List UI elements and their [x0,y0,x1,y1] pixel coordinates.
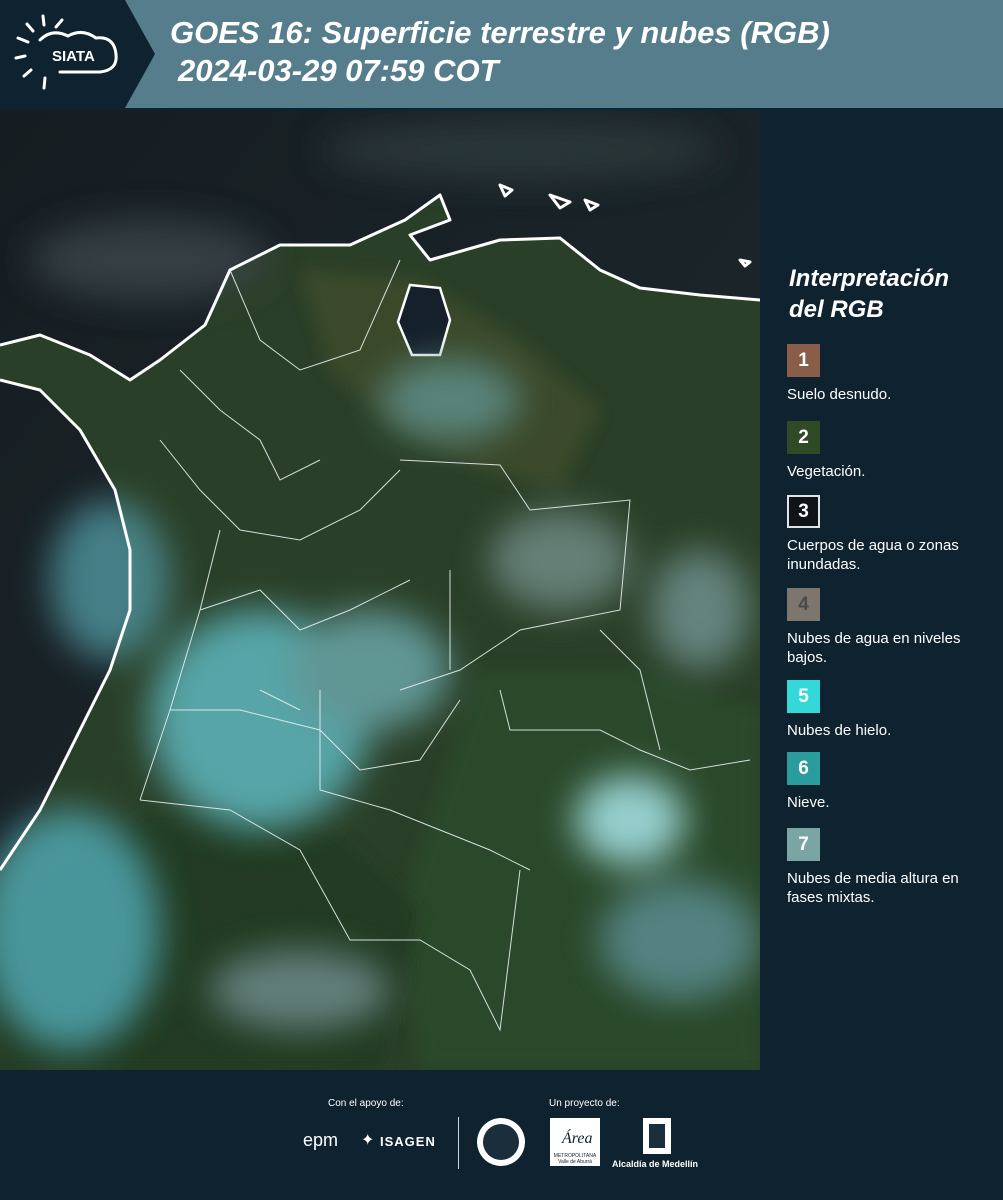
legend-number: 1 [798,349,809,371]
alcaldia-shield-icon [643,1118,671,1154]
alcaldia-logo-text: Alcaldía de Medellín [612,1159,699,1169]
legend-label: Nubes de hielo. [787,722,892,739]
legend-number: 7 [798,833,809,855]
legend-number: 2 [798,426,809,448]
footer: Con el apoyo de: Un proyecto de: epm ✦ I… [0,1070,1003,1200]
legend-item-ice-clouds: 5 Nubes de hielo. [787,680,997,740]
area-logo-subtitle: METROPOLITANA Valle de Aburrá [553,1153,597,1165]
isagen-icon: ✦ [361,1132,375,1149]
legend-item-snow: 6 Nieve. [787,752,997,812]
legend-swatch: 5 [787,680,820,713]
title-product: GOES 16: Superficie terrestre y nubes (R… [170,15,830,50]
legend-title-line2: del RGB [789,296,884,323]
legend-label: Nieve. [787,794,830,811]
legend-title: Interpretación del RGB [789,263,949,325]
project-caption: Un proyecto de: [549,1098,620,1109]
legend-item-bare-soil: 1 Suelo desnudo. [787,344,997,404]
siata-logo-text: SIATA [52,48,95,65]
legend-item-vegetation: 2 Vegetación. [787,421,997,481]
epm-logo: epm [303,1130,339,1150]
page-title: GOES 16: Superficie terrestre y nubes (R… [170,14,830,90]
legend-label: Nubes de agua en niveles bajos. [787,630,961,666]
legend-number: 5 [798,685,809,707]
legend-number: 3 [798,500,809,522]
header-bar: SIATA GOES 16: Superficie terrestre y nu… [0,0,1003,108]
legend-item-water-bodies: 3 Cuerpos de agua o zonas inundadas. [787,495,997,574]
siata-logo: SIATA [0,0,155,108]
legend-label: Suelo desnudo. [787,386,892,403]
legend-title-line1: Interpretación [789,265,950,292]
area-metropolitana-logo: Área METROPOLITANA Valle de Aburrá [550,1118,600,1166]
medellin-seal-icon [477,1118,525,1166]
legend-label: Cuerpos de agua o zonas inundadas. [787,537,959,573]
legend-item-low-water-clouds: 4 Nubes de agua en niveles bajos. [787,588,997,667]
support-caption: Con el apoyo de: [328,1098,404,1109]
footer-divider [458,1117,459,1169]
legend-number: 4 [798,593,809,615]
area-logo-name: Área [562,1130,593,1147]
legend-item-mixed-phase-clouds: 7 Nubes de media altura en fases mixtas. [787,828,997,907]
legend-swatch: 4 [787,588,820,621]
satellite-map [0,110,760,1070]
legend-swatch: 2 [787,421,820,454]
legend-label: Vegetación. [787,463,866,480]
legend-swatch: 7 [787,828,820,861]
rgb-legend: Interpretación del RGB 1 Suelo desnudo. … [760,110,1003,1070]
title-timestamp: 2024-03-29 07:59 COT [178,53,499,88]
legend-number: 6 [798,757,809,779]
legend-swatch: 6 [787,752,820,785]
legend-swatch: 3 [787,495,820,528]
legend-swatch: 1 [787,344,820,377]
legend-label: Nubes de media altura en fases mixtas. [787,870,959,906]
isagen-logo: ISAGEN [380,1134,436,1149]
